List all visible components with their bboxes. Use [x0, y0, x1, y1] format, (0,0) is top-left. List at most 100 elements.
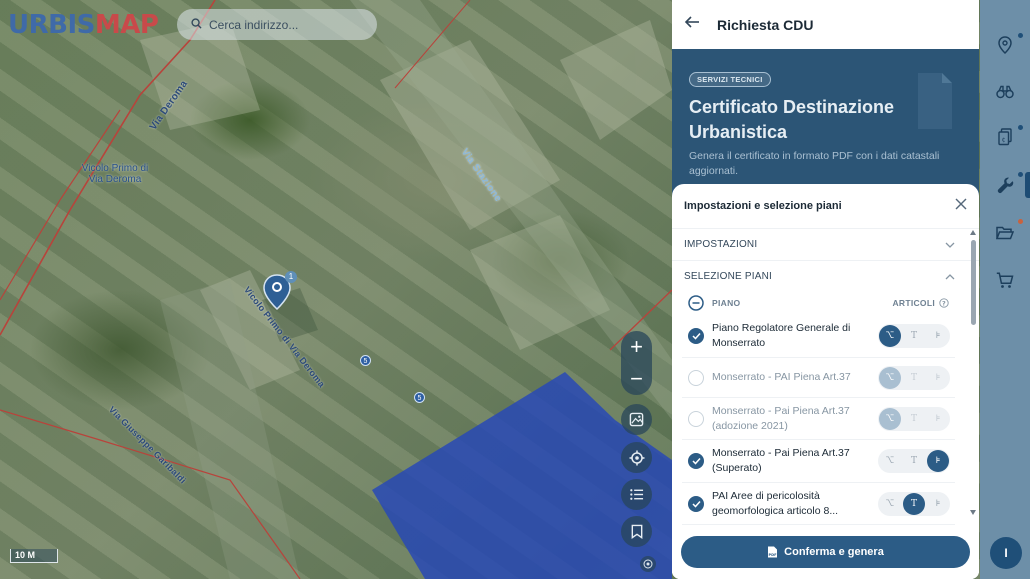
location-pin-icon	[998, 36, 1012, 54]
close-icon[interactable]	[955, 197, 967, 215]
articles-text-icon[interactable]: T	[903, 450, 925, 472]
check-icon	[691, 332, 701, 340]
search-input[interactable]	[209, 17, 359, 32]
settings-section-toggle[interactable]: IMPOSTAZIONI	[672, 228, 979, 260]
panel-title: Richiesta CDU	[717, 16, 814, 33]
check-icon	[691, 457, 701, 465]
svg-text:PDF: PDF	[769, 553, 778, 557]
rail-cart-button[interactable]	[995, 270, 1015, 290]
settings-section-label: IMPOSTAZIONI	[684, 239, 758, 250]
map-point[interactable]: 5	[360, 355, 371, 366]
articles-text-icon[interactable]: T	[903, 325, 925, 347]
map-scale: 10 M	[10, 549, 58, 563]
document-icon	[918, 73, 952, 129]
binoculars-icon	[996, 85, 1014, 99]
address-search[interactable]	[177, 9, 377, 40]
plan-label: PAI Aree di pericolosità geomorfologica …	[712, 489, 839, 517]
articles-mode-toggle[interactable]: ⌥ T ⊧	[878, 449, 950, 473]
crosshair-icon	[629, 450, 644, 465]
plan-checkbox[interactable]	[688, 410, 704, 427]
cart-icon	[996, 271, 1014, 288]
articles-text-icon: T	[910, 372, 917, 383]
sheet-title: Impostazioni e selezione piani	[684, 200, 842, 212]
list-icon	[630, 489, 644, 500]
place-label: Vicolo Primo di Via Deroma	[81, 163, 149, 185]
articles-mode-toggle[interactable]: ⌥ T ⊧	[878, 365, 950, 390]
plan-checkbox[interactable]	[688, 453, 704, 469]
articles-mode-toggle[interactable]: ⌥ T ⊧	[878, 406, 950, 431]
blue-zone-polygon	[372, 372, 672, 579]
user-avatar[interactable]: I	[990, 537, 1022, 569]
urbismap-logo[interactable]: URBISMAP	[8, 10, 159, 40]
rail-folder-button[interactable]	[995, 223, 1015, 243]
plan-row[interactable]: Monserrato - PAI Piena Art.37 ⌥ T ⊧	[682, 358, 955, 398]
right-toolbar: ¢	[980, 0, 1030, 579]
plan-checkbox[interactable]	[688, 495, 704, 512]
plans-columns-header: PIANO ARTICOLI ?	[672, 292, 979, 314]
col-plan-label: PIANO	[712, 298, 741, 308]
attribution-button[interactable]	[640, 556, 656, 572]
articles-list-icon[interactable]: ⊧	[927, 493, 949, 515]
plan-row[interactable]: Piano Regolatore Generale di Monserrato ⌥…	[682, 314, 955, 358]
articles-list-icon[interactable]: ⊧	[927, 325, 949, 347]
select-all-minus-icon[interactable]	[688, 295, 704, 311]
back-arrow-icon[interactable]	[684, 15, 700, 34]
articles-text-icon[interactable]: T	[903, 492, 925, 515]
rail-tools-button[interactable]	[995, 175, 1015, 195]
help-icon[interactable]: ?	[939, 298, 949, 308]
bookmark-button[interactable]	[621, 516, 652, 547]
plan-row[interactable]: Monserrato - Pai Piena Art.37 (adozione …	[682, 398, 955, 440]
articles-all-icon: ⌥	[879, 407, 901, 430]
svg-text:?: ?	[942, 300, 946, 308]
plan-row[interactable]: Monserrato - Pai Piena Art.37 (Superato)…	[682, 440, 955, 483]
image-icon	[629, 412, 644, 427]
pdf-icon: PDF	[768, 546, 778, 558]
search-icon	[191, 16, 202, 34]
confirm-generate-button[interactable]: PDF Conferma e genera	[681, 536, 970, 568]
plan-label: Monserrato - PAI Piena Art.37	[712, 371, 851, 383]
articles-all-icon[interactable]: ⌥	[879, 493, 901, 515]
wrench-icon	[997, 177, 1013, 193]
hero-description: Genera il certificato in formato PDF con…	[689, 150, 940, 177]
bookmark-icon	[631, 524, 642, 539]
articles-mode-toggle[interactable]: ⌥ T ⊧	[878, 491, 950, 516]
rail-active-indicator	[1025, 172, 1030, 198]
chevron-up-icon	[945, 273, 955, 279]
basemap-button[interactable]	[621, 404, 652, 435]
rail-search-button[interactable]	[995, 82, 1015, 102]
plan-checkbox[interactable]	[688, 327, 704, 344]
zoom-out-button[interactable]: −	[621, 363, 652, 395]
layers-list-button[interactable]	[621, 479, 652, 510]
plan-row[interactable]: PAI Aree di pericolosità geomorfologica …	[682, 483, 955, 525]
map-point[interactable]: 5	[414, 392, 425, 403]
articles-list-icon[interactable]: ⊧	[927, 450, 949, 472]
info-icon	[643, 559, 653, 569]
chevron-down-icon	[945, 242, 955, 248]
folder-open-icon	[996, 226, 1014, 240]
plan-list-scrollbar[interactable]	[970, 230, 976, 515]
articles-text-icon: T	[910, 413, 917, 424]
locate-button[interactable]	[621, 442, 652, 473]
plan-label: Monserrato - Pai Piena Art.37 (adozione …	[712, 404, 850, 432]
check-icon	[691, 500, 701, 508]
panel-header: Richiesta CDU	[672, 0, 979, 49]
plan-label: Monserrato - Pai Piena Art.37 (Superato)	[712, 447, 850, 474]
col-articles-label: ARTICOLI	[892, 298, 935, 308]
confirm-generate-label: Conferma e genera	[784, 546, 884, 558]
plan-label: Piano Regolatore Generale di Monserrato	[712, 321, 851, 349]
rail-location-button[interactable]	[995, 35, 1015, 55]
zoom-control: + −	[621, 331, 652, 395]
svg-text:¢: ¢	[1002, 137, 1006, 144]
articles-mode-toggle[interactable]: ⌥ T ⊧	[878, 323, 950, 348]
plans-section-toggle[interactable]: SELEZIONE PIANI	[672, 260, 979, 292]
sheet-header: Impostazioni e selezione piani	[672, 184, 979, 228]
articles-list-icon: ⊧	[935, 413, 941, 424]
category-tag: SERVIZI TECNICI	[689, 72, 771, 87]
articles-all-icon[interactable]: ⌥	[879, 450, 901, 472]
rail-documents-button[interactable]: ¢	[995, 127, 1015, 147]
plan-checkbox[interactable]	[688, 369, 704, 386]
articles-all-icon[interactable]: ⌥	[879, 324, 901, 347]
zoom-in-button[interactable]: +	[621, 331, 652, 363]
panel-footer: PDF Conferma e genera	[672, 528, 979, 579]
plans-section-label: SELEZIONE PIANI	[684, 271, 773, 282]
